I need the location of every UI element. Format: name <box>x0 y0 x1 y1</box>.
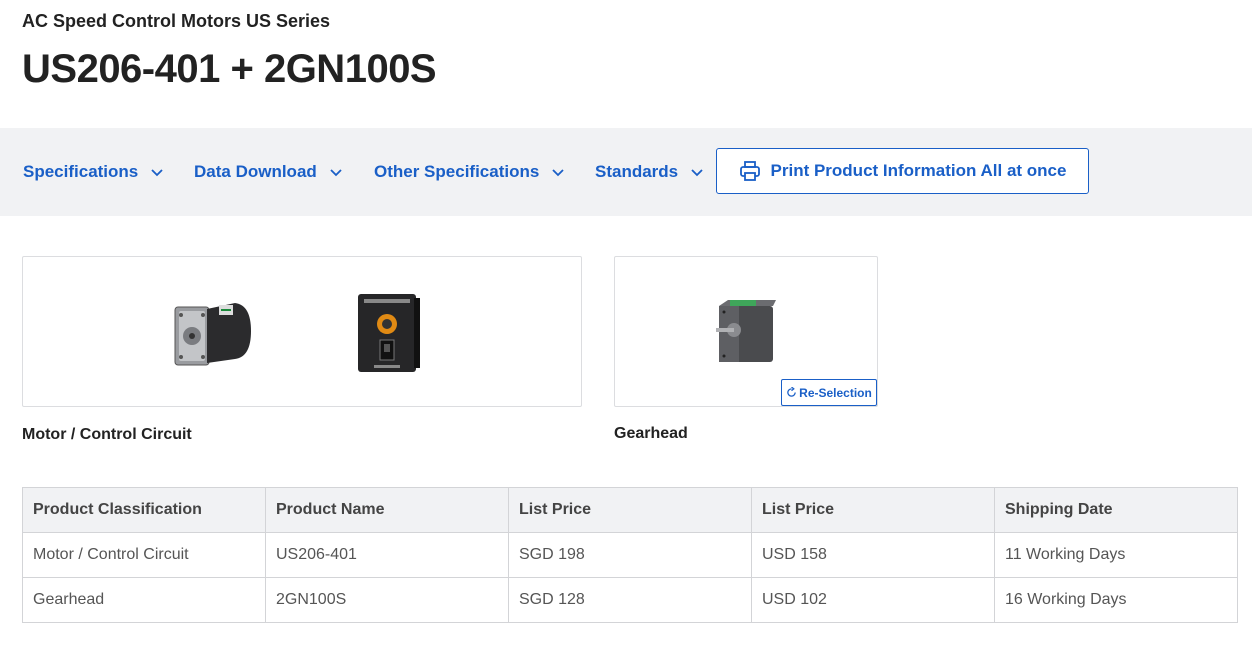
control-circuit-image <box>358 294 420 372</box>
nav-standards[interactable]: Standards <box>595 128 704 216</box>
table-row: Gearhead 2GN100S SGD 128 USD 102 16 Work… <box>22 577 1238 623</box>
print-all-label: Print Product Information All at once <box>770 161 1067 180</box>
chevron-down-icon <box>151 169 163 177</box>
refresh-icon <box>787 387 796 397</box>
product-price-table: Product Classification Product Name List… <box>22 487 1238 623</box>
nav-label: Other Specifications <box>374 162 540 181</box>
cell-classification: Motor / Control Circuit <box>22 532 266 578</box>
reselection-label: Re-Selection <box>799 385 872 400</box>
nav-data-download[interactable]: Data Download <box>194 128 343 216</box>
nav-label: Standards <box>595 162 679 181</box>
chevron-down-icon <box>552 169 564 177</box>
header-product-classification: Product Classification <box>22 487 266 533</box>
nav-other-specifications[interactable]: Other Specifications <box>374 128 565 216</box>
table-header-row: Product Classification Product Name List… <box>22 487 1238 533</box>
table-row: Motor / Control Circuit US206-401 SGD 19… <box>22 532 1238 578</box>
header-list-price-usd: List Price <box>751 487 995 533</box>
cell-shipping-date: 11 Working Days <box>994 532 1238 578</box>
cell-price-usd: USD 158 <box>751 532 995 578</box>
cell-price-usd: USD 102 <box>751 577 995 623</box>
nav-specifications[interactable]: Specifications <box>23 128 164 216</box>
gearhead-card-label: Gearhead <box>614 425 688 442</box>
cell-shipping-date: 16 Working Days <box>994 577 1238 623</box>
motor-image-card <box>22 256 582 407</box>
header-shipping-date: Shipping Date <box>994 487 1238 533</box>
cell-price-sgd: SGD 128 <box>508 577 752 623</box>
chevron-down-icon <box>691 169 703 177</box>
nav-label: Specifications <box>23 162 139 181</box>
header-list-price-sgd: List Price <box>508 487 752 533</box>
series-title: AC Speed Control Motors US Series <box>22 11 331 31</box>
header-product-name: Product Name <box>265 487 509 533</box>
page-title: US206-401 + 2GN100S <box>22 47 437 91</box>
printer-icon <box>739 161 760 181</box>
chevron-down-icon <box>330 169 342 177</box>
cell-product-name: US206-401 <box>265 532 509 578</box>
motor-card-label: Motor / Control Circuit <box>22 426 192 443</box>
print-all-button[interactable]: Print Product Information All at once <box>716 148 1089 194</box>
nav-label: Data Download <box>194 162 317 181</box>
gearhead-image <box>716 300 776 362</box>
section-nav: Specifications Data Download Other Speci… <box>0 128 1252 216</box>
cell-classification: Gearhead <box>22 577 266 623</box>
cell-price-sgd: SGD 198 <box>508 532 752 578</box>
motor-image <box>174 303 251 366</box>
reselection-button[interactable]: Re-Selection <box>781 379 877 406</box>
cell-product-name: 2GN100S <box>265 577 509 623</box>
